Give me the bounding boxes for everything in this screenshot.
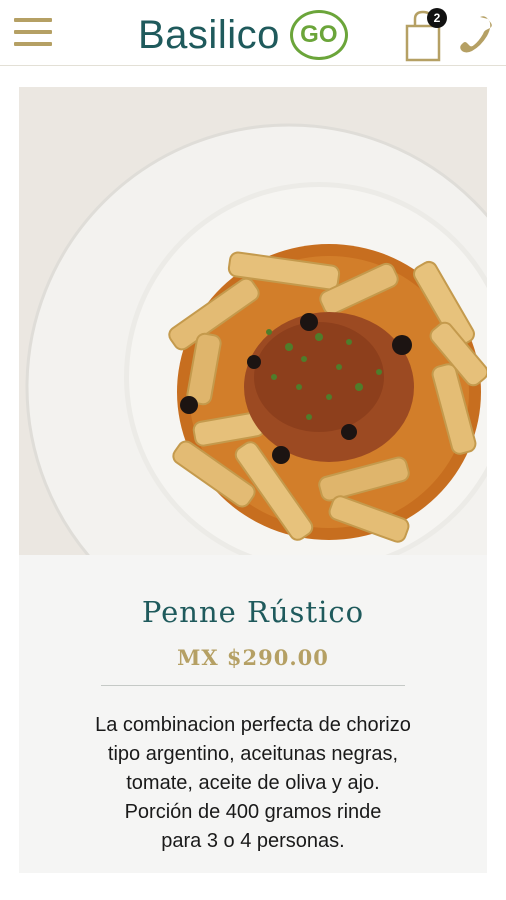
cart-button[interactable]: 2 xyxy=(403,8,447,62)
phone-icon xyxy=(460,16,492,53)
cart-count-badge: 2 xyxy=(427,8,447,28)
product-card: Penne Rústico MX $290.00 La combinacion … xyxy=(19,87,487,873)
product-price: MX $290.00 xyxy=(177,645,329,670)
product-title: Penne Rústico xyxy=(141,595,365,629)
brand-name: Basilico xyxy=(138,13,280,57)
menu-icon[interactable] xyxy=(14,18,54,50)
product-photo xyxy=(19,87,487,555)
brand-go-badge: GO xyxy=(289,10,348,60)
top-bar: Basilico GO 2 xyxy=(0,0,506,66)
phone-button[interactable] xyxy=(458,14,494,54)
divider xyxy=(101,685,405,686)
product-description: La combinacion perfecta de chorizo tipo … xyxy=(95,714,411,852)
brand-logo[interactable]: Basilico GO xyxy=(138,10,348,60)
product-info: Penne Rústico MX $290.00 La combinacion … xyxy=(19,555,487,873)
